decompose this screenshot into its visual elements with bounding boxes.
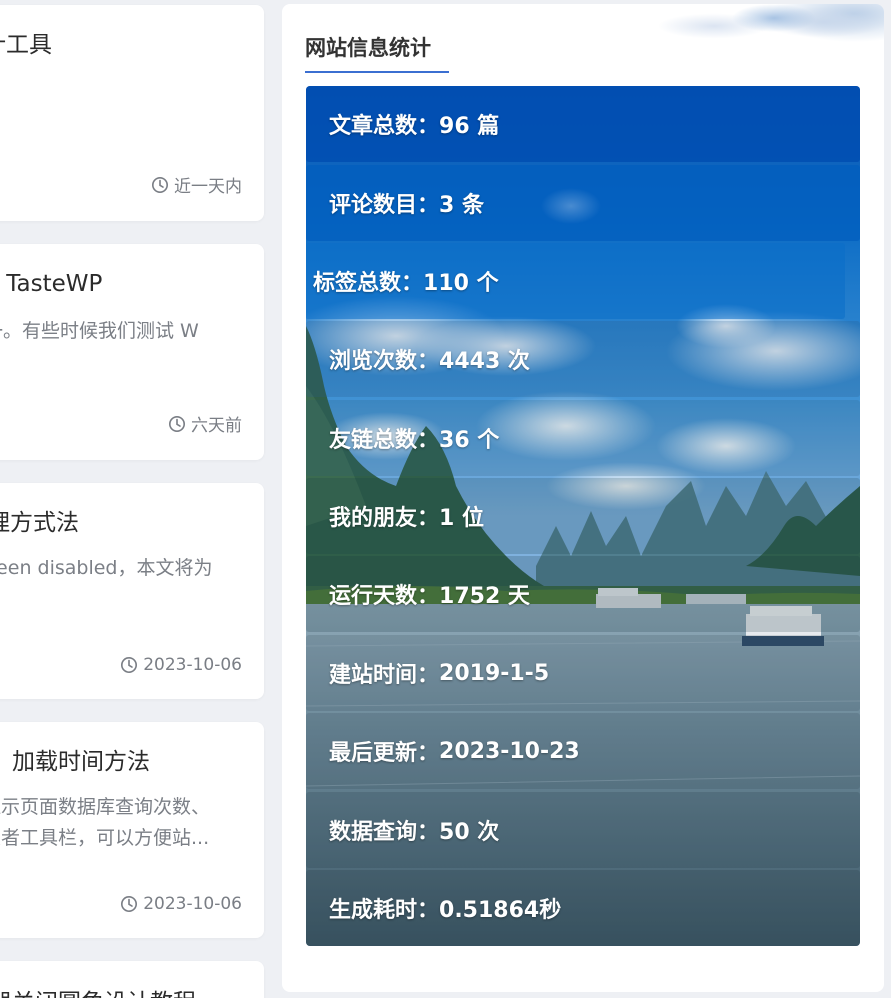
- stat-value: 96 篇: [439, 114, 500, 139]
- stat-value: 4443 次: [439, 349, 530, 374]
- post-excerpt: 显示页面数据库查询次数、 发者工具栏，可以方便站...: [0, 792, 210, 854]
- post-excerpt-line: 发者工具栏，可以方便站...: [0, 827, 210, 849]
- stat-label: 浏览次数：: [329, 349, 440, 374]
- post-time: 2023-10-06: [120, 655, 242, 675]
- stat-label: 标签总数：: [313, 271, 424, 296]
- widget-title: 网站信息统计: [305, 36, 431, 60]
- cloud-decoration: [624, 4, 884, 64]
- stat-value: 3 条: [439, 193, 484, 218]
- post-excerpt-line: 显示页面数据库查询次数、: [0, 796, 211, 818]
- post-card-3[interactable]: 处理方式法 been disabled，本文将为 2023-10-06: [0, 483, 264, 699]
- clock-icon: [121, 895, 138, 913]
- post-time-text: 六天前: [191, 416, 242, 436]
- post-excerpt: 一。有些时候我们测试 W: [0, 316, 199, 347]
- stat-value: 2019-1-5: [439, 660, 550, 686]
- stat-label: 我的朋友：: [329, 506, 440, 531]
- post-title[interactable]: 统计工具: [0, 25, 52, 59]
- post-time-text: 2023-10-06: [143, 655, 242, 675]
- stat-row-friend-links: 友链总数： 36 个: [306, 400, 860, 476]
- stat-row-friends: 我的朋友： 1 位: [306, 478, 860, 554]
- clock-icon: [121, 656, 138, 674]
- post-time: 六天前: [168, 411, 242, 436]
- stat-value: 1 位: [439, 506, 484, 531]
- post-title[interactable]: 览器关闭圆角设计教程: [0, 983, 196, 998]
- stat-row-established: 建站时间： 2019-1-5: [306, 635, 860, 711]
- post-title[interactable]: 试 TasteWP: [0, 264, 102, 298]
- post-excerpt: been disabled，本文将为: [0, 553, 213, 584]
- post-excerpt-line: been disabled，本文将为: [0, 557, 213, 579]
- stat-label: 生成耗时：: [329, 898, 440, 923]
- post-card-2[interactable]: 试 TasteWP 一。有些时候我们测试 W 六天前: [0, 244, 264, 460]
- site-stats-widget: 网站信息统计 文章总数： 96 篇 评论数目： 3 条 标签总数： 110 个 …: [282, 4, 884, 992]
- stat-row-queries: 数据查询： 50 次: [306, 792, 860, 868]
- stat-row-last-update: 最后更新： 2023-10-23: [306, 713, 860, 789]
- clock-icon: [168, 415, 186, 432]
- post-excerpt-line: 一。有些时候我们测试 W: [0, 320, 199, 342]
- stat-value: 1752 天: [439, 584, 530, 609]
- post-time-text: 2023-10-06: [143, 894, 242, 914]
- post-title[interactable]: 加载时间方法: [12, 742, 150, 776]
- post-card-5[interactable]: 览器关闭圆角设计教程: [0, 961, 264, 998]
- stat-label: 文章总数：: [329, 114, 440, 139]
- stat-label: 数据查询：: [329, 820, 440, 845]
- post-time: 近一天内: [151, 172, 242, 197]
- stat-label: 评论数目：: [329, 193, 440, 218]
- stat-row-comments: 评论数目： 3 条: [306, 165, 860, 241]
- title-underline: [305, 71, 449, 73]
- stat-row-tags[interactable]: 标签总数： 110 个: [306, 243, 845, 319]
- stat-row-articles: 文章总数： 96 篇: [306, 86, 860, 162]
- stat-row-running-days: 运行天数： 1752 天: [306, 556, 860, 632]
- stat-label: 友链总数：: [329, 428, 440, 453]
- post-title[interactable]: 处理方式法: [0, 503, 79, 537]
- stat-row-views: 浏览次数： 4443 次: [306, 321, 860, 397]
- clock-icon: [151, 176, 169, 193]
- post-card-1[interactable]: 统计工具 近一天内: [0, 5, 264, 221]
- stat-value: 2023-10-23: [439, 738, 580, 764]
- stat-label: 运行天数：: [329, 584, 440, 609]
- stats-panel: 文章总数： 96 篇 评论数目： 3 条 标签总数： 110 个 浏览次数： 4443 …: [306, 86, 860, 946]
- stat-row-gen-time: 生成耗时： 0.51864秒: [306, 870, 860, 946]
- post-time-text: 近一天内: [174, 177, 242, 197]
- stat-label: 建站时间：: [329, 663, 440, 688]
- stat-value: 110 个: [423, 271, 499, 296]
- stat-label: 最后更新：: [329, 741, 440, 766]
- stat-value: 36 个: [439, 428, 500, 453]
- stat-value: 50 次: [439, 820, 500, 845]
- stat-value: 0.51864秒: [439, 898, 562, 923]
- post-time: 2023-10-06: [120, 894, 242, 914]
- post-card-4[interactable]: 加载时间方法 显示页面数据库查询次数、 发者工具栏，可以方便站... 2023-…: [0, 722, 264, 938]
